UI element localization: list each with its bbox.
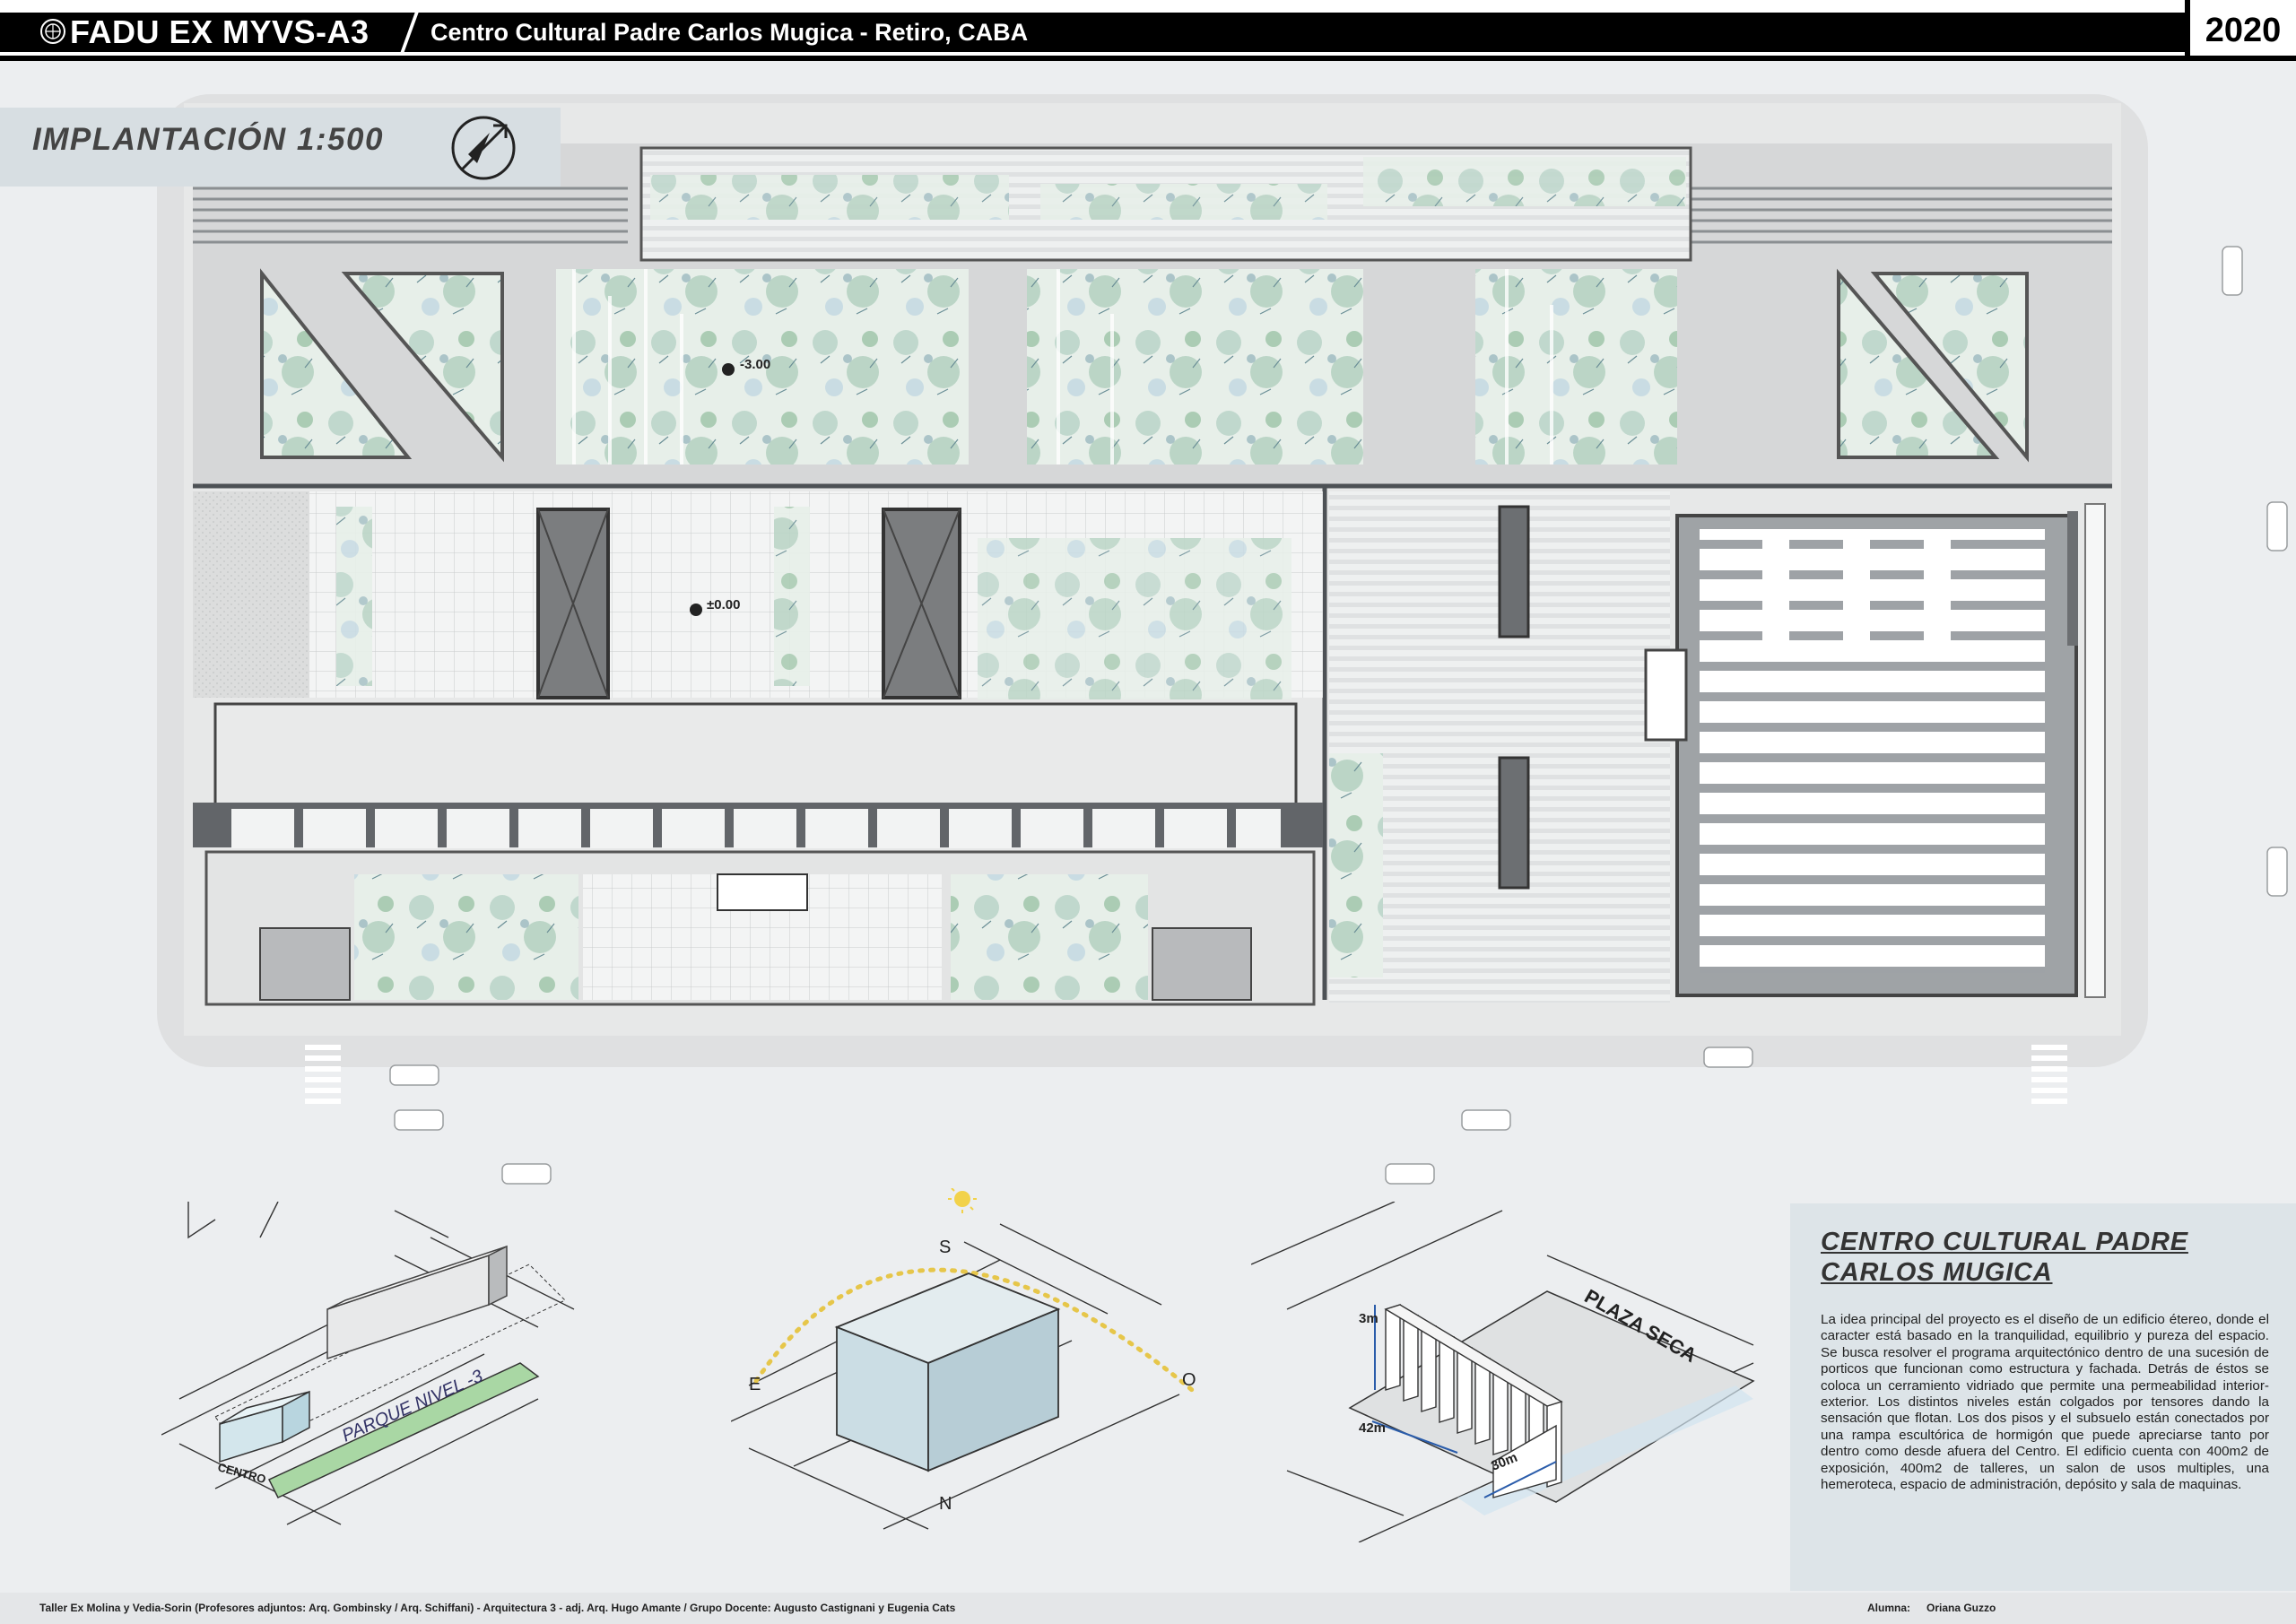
project-code: FADU EX MYVS-A3 (70, 13, 370, 50)
fadu-logo-icon (40, 19, 65, 44)
project-year: 2020 (2185, 0, 2296, 56)
structure-diagram: 3m 42m 30m PLAZA SECA (1251, 1202, 1755, 1542)
north-arrow-icon (451, 116, 516, 180)
height-dimension: 3m (1359, 1311, 1378, 1326)
student-name: Oriana Guzzo (1926, 1602, 1996, 1614)
sun-path-diagram: S E O N (731, 1188, 1200, 1530)
plan-title: IMPLANTACIÓN 1:500 (32, 122, 384, 157)
level-marker-sunken: -3.00 (740, 357, 771, 372)
panel-description: La idea principal del proyecto es el dis… (1821, 1312, 2269, 1493)
footer-credits: Taller Ex Molina y Vedia-Sorin (Profesor… (39, 1602, 956, 1614)
sun-label-o: O (1182, 1370, 1196, 1390)
site-isometric-diagram: PARQUE NIVEL -3 CENTRO (161, 1202, 575, 1525)
centro-label: CENTRO (216, 1460, 267, 1486)
sun-label-e: E (749, 1375, 761, 1394)
level-marker-ground: ±0.00 (707, 597, 741, 612)
sun-label-n: N (939, 1494, 952, 1514)
project-title: Centro Cultural Padre Carlos Mugica - Re… (430, 19, 1029, 46)
sun-icon (948, 1188, 977, 1213)
student-label: Alumna: (1867, 1602, 1910, 1614)
site-plan (0, 63, 2296, 1202)
sun-label-s: S (939, 1238, 951, 1257)
panel-title: CENTRO CULTURAL PADRE CARLOS MUGICA (1821, 1228, 2188, 1287)
header-bar: FADU EX MYVS-A3 Centro Cultural Padre Ca… (0, 0, 2296, 61)
length-dimension: 42m (1359, 1420, 1386, 1436)
